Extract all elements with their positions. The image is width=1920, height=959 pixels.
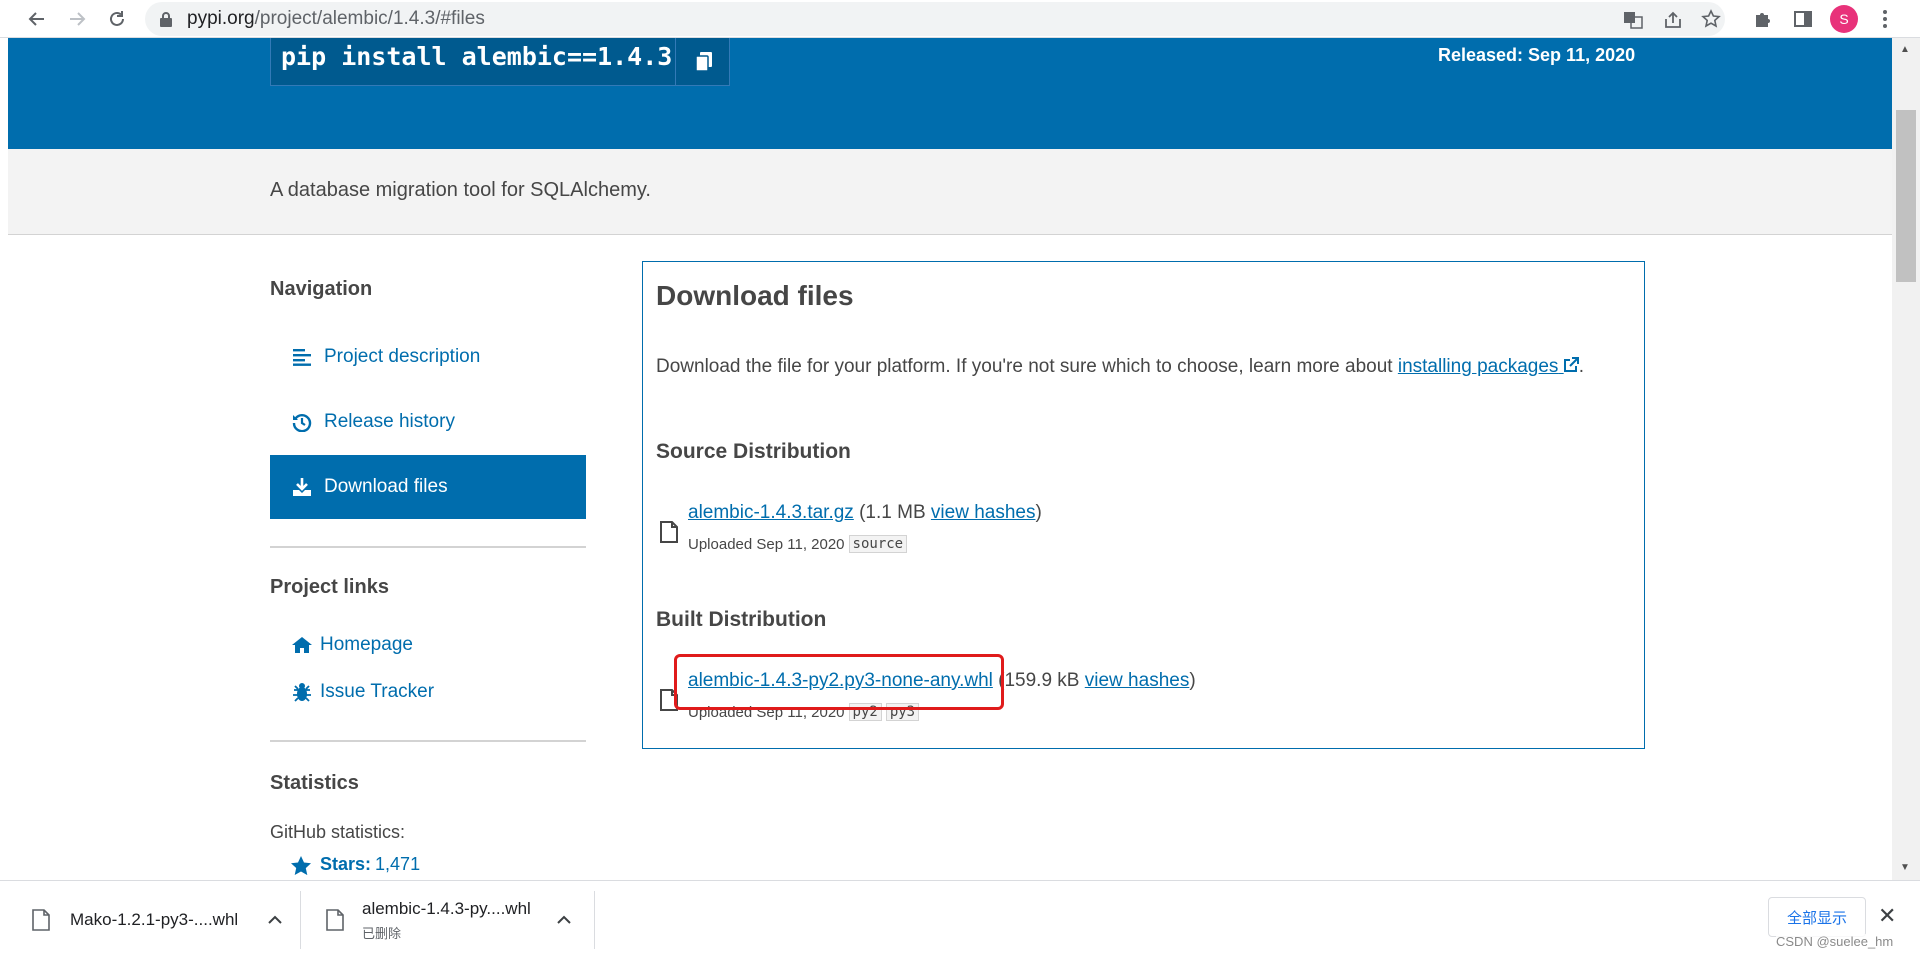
scroll-up-arrow-icon[interactable]: ▲ [1900, 44, 1910, 55]
copy-icon [694, 52, 712, 72]
statistics-heading: Statistics [270, 772, 359, 794]
github-stars-link[interactable]: Stars: 1,471 [290, 854, 420, 875]
source-file-size: (1.1 MB [859, 502, 926, 523]
extensions-button[interactable] [1748, 4, 1778, 34]
installing-packages-link[interactable]: installing packages [1398, 356, 1579, 377]
url-host: pypi.org [187, 8, 255, 29]
intro-text: Download the file for your platform. If … [656, 356, 1398, 377]
download-item-mako[interactable]: Mako-1.2.1-py3-....whl [32, 889, 282, 951]
sidebar-divider [270, 546, 586, 548]
lock-icon [160, 12, 172, 27]
source-file-row: alembic-1.4.3.tar.gz (1.1 MB view hashes… [688, 502, 1042, 524]
package-summary: A database migration tool for SQLAlchemy… [270, 179, 651, 201]
profile-avatar[interactable]: S [1830, 5, 1858, 33]
watermark: CSDN @suelee_hm [1776, 934, 1894, 949]
align-left-icon [290, 348, 314, 366]
nav-item-label: Download files [324, 476, 448, 497]
copy-pip-button[interactable] [675, 38, 731, 86]
history-icon [290, 412, 314, 432]
bookmark-star-icon[interactable] [1701, 9, 1721, 29]
installing-packages-label: installing packages [1397, 356, 1559, 377]
link-homepage[interactable]: Homepage [290, 634, 413, 656]
nav-item-label: Release history [324, 411, 455, 432]
forward-button[interactable] [62, 4, 92, 34]
file-icon [32, 909, 50, 931]
download-filename: alembic-1.4.3-py....whl [362, 898, 531, 918]
share-icon[interactable] [1663, 10, 1683, 30]
built-view-hashes-link[interactable]: view hashes [1085, 670, 1190, 691]
url-text: pypi.org/project/alembic/1.4.3/#files [187, 8, 485, 30]
source-distribution-heading: Source Distribution [656, 440, 851, 463]
show-all-downloads-button[interactable]: 全部显示 [1768, 897, 1866, 937]
source-view-hashes-link[interactable]: view hashes [931, 502, 1036, 523]
browser-menu-button[interactable] [1870, 4, 1900, 34]
bug-icon [290, 682, 314, 702]
scroll-down-arrow-icon[interactable]: ▼ [1900, 862, 1910, 873]
package-header: pip install alembic==1.4.3 Released: Sep… [8, 38, 1892, 149]
package-summary-band: A database migration tool for SQLAlchemy… [8, 149, 1892, 235]
page-scrollbar[interactable]: ▲ ▼ [1892, 38, 1920, 880]
arrow-left-icon [28, 12, 44, 26]
download-icon [290, 477, 314, 497]
source-tag: source [848, 535, 908, 553]
chevron-up-icon[interactable] [268, 915, 282, 925]
chevron-up-icon[interactable] [557, 915, 571, 925]
download-item-alembic[interactable]: alembic-1.4.3-py....whl 已删除 [326, 889, 571, 951]
nav-project-description[interactable]: Project description [270, 325, 586, 389]
url-path: /project/alembic/1.4.3/#files [254, 8, 485, 29]
link-label: Issue Tracker [320, 681, 435, 702]
file-icon [326, 909, 344, 931]
side-panel-button[interactable] [1788, 4, 1818, 34]
nav-item-label: Project description [324, 346, 481, 367]
stars-label: Stars: [320, 854, 372, 874]
download-files-title: Download files [656, 280, 854, 311]
address-bar[interactable]: pypi.org/project/alembic/1.4.3/#files [145, 2, 1725, 36]
back-button[interactable] [22, 4, 52, 34]
shelf-divider [300, 891, 301, 949]
red-highlight-annotation [674, 654, 1004, 710]
translate-icon[interactable] [1623, 10, 1643, 30]
sidebar-divider [270, 740, 586, 742]
release-date: Released: Sep 11, 2020 [1438, 45, 1636, 65]
pip-command-box: pip install alembic==1.4.3 [270, 38, 730, 86]
download-text: alembic-1.4.3-py....whl 已删除 [362, 899, 531, 942]
built-distribution-heading: Built Distribution [656, 608, 827, 631]
link-label: Homepage [320, 634, 413, 655]
download-files-intro: Download the file for your platform. If … [656, 356, 1584, 378]
shelf-divider [594, 891, 595, 949]
nav-download-files[interactable]: Download files [270, 455, 586, 519]
download-filename: Mako-1.2.1-py3-....whl [70, 910, 239, 929]
close-shelf-icon[interactable]: ✕ [1878, 903, 1896, 929]
side-panel-icon [1794, 11, 1812, 27]
star-icon [291, 855, 311, 875]
download-status: 已删除 [362, 925, 402, 941]
scrollbar-thumb[interactable] [1896, 110, 1916, 282]
source-uploaded: Uploaded Sep 11, 2020 [688, 535, 845, 553]
download-files-panel: Download files Download the file for you… [642, 261, 1645, 749]
puzzle-icon [1756, 13, 1770, 27]
reload-button[interactable] [102, 4, 132, 34]
source-file-close: ) [1035, 502, 1042, 523]
arrow-right-icon [70, 12, 86, 26]
stars-count: 1,471 [375, 854, 421, 874]
nav-release-history[interactable]: Release history [270, 390, 586, 454]
downloads-shelf: Mako-1.2.1-py3-....whl alembic-1.4.3-py.… [0, 880, 1920, 959]
source-file-link[interactable]: alembic-1.4.3.tar.gz [688, 502, 854, 523]
page-viewport: pip install alembic==1.4.3 Released: Sep… [8, 38, 1892, 880]
kebab-menu-icon [1883, 10, 1887, 28]
pip-command[interactable]: pip install alembic==1.4.3 [281, 42, 672, 71]
reload-icon [110, 11, 124, 26]
github-statistics-label: GitHub statistics: [270, 822, 406, 842]
project-links-heading: Project links [270, 576, 389, 598]
source-file-meta: Uploaded Sep 11, 2020 source [688, 535, 908, 553]
home-icon [290, 636, 314, 654]
built-file-size: (159.9 kB [998, 670, 1080, 691]
link-issue-tracker[interactable]: Issue Tracker [290, 681, 434, 703]
file-icon [660, 521, 678, 543]
external-link-icon [1563, 357, 1579, 372]
built-file-close: ) [1189, 670, 1196, 691]
intro-end: . [1578, 356, 1584, 377]
browser-toolbar: pypi.org/project/alembic/1.4.3/#files S [0, 0, 1920, 38]
navigation-heading: Navigation [270, 278, 373, 300]
